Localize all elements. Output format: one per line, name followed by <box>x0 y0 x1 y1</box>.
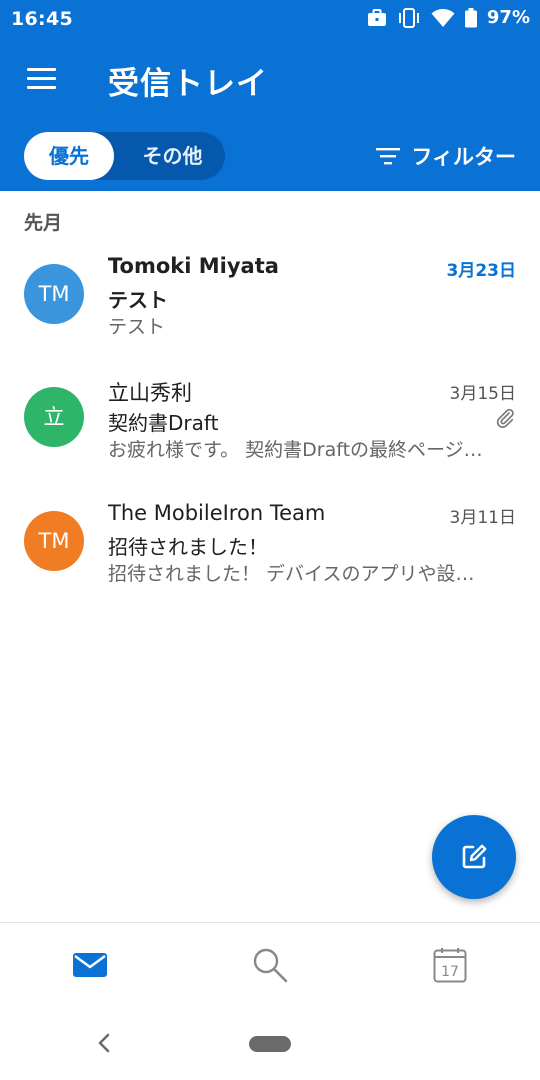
bottom-navigation: 17 <box>0 922 540 1010</box>
briefcase-icon <box>367 8 386 26</box>
calendar-day: 17 <box>441 964 459 980</box>
email-subject: テスト <box>108 288 168 312</box>
email-preview: お疲れ様です。 契約書Draftの最終ページ… <box>108 439 483 461</box>
email-date: 3月15日 <box>449 384 516 404</box>
menu-icon[interactable] <box>27 68 57 90</box>
section-header: 先月 <box>24 212 63 234</box>
email-date: 3月11日 <box>449 508 516 528</box>
email-subject: 契約書Draft <box>108 411 219 435</box>
email-list-item[interactable]: TM The MobileIron Team 3月11日 招待されました！ 招待… <box>0 501 540 621</box>
email-preview: テスト <box>108 316 166 338</box>
nav-search[interactable] <box>250 945 290 985</box>
system-navigation <box>0 1010 540 1080</box>
avatar: TM <box>24 264 84 324</box>
home-button[interactable] <box>249 1036 291 1052</box>
email-sender: Tomoki Miyata <box>108 254 279 278</box>
nav-calendar[interactable]: 17 <box>430 945 470 985</box>
email-list-item[interactable]: 立 立山秀利 3月15日 契約書Draft お疲れ様です。 契約書Draftの最… <box>0 377 540 497</box>
email-sender: The MobileIron Team <box>108 501 326 525</box>
compose-button[interactable] <box>432 815 516 899</box>
page-title: 受信トレイ <box>108 66 268 102</box>
calendar-icon: 17 <box>433 948 467 983</box>
tab-other[interactable]: その他 <box>120 132 225 180</box>
status-icons: 97% <box>367 7 530 28</box>
vibrate-icon <box>398 7 419 28</box>
wifi-icon <box>431 8 455 27</box>
email-sender: 立山秀利 <box>108 381 192 405</box>
avatar: TM <box>24 511 84 571</box>
battery-icon <box>464 7 477 27</box>
avatar: 立 <box>24 387 84 447</box>
app-header: 16:45 97% 受信トレイ 優先 その他 フィルター <box>0 0 540 191</box>
mail-icon <box>73 953 107 977</box>
email-preview: 招待されました！ デバイスのアプリや設… <box>108 563 475 585</box>
filter-button[interactable]: フィルター <box>375 140 516 172</box>
filter-icon <box>376 148 401 165</box>
status-bar: 16:45 97% <box>0 0 540 38</box>
status-time: 16:45 <box>11 8 73 30</box>
tab-focused[interactable]: 優先 <box>24 132 114 180</box>
back-icon[interactable] <box>94 1030 114 1056</box>
battery-level: 97% <box>486 7 530 28</box>
email-list-item[interactable]: TM Tomoki Miyata 3月23日 テスト テスト <box>0 254 540 374</box>
nav-mail[interactable] <box>70 945 110 985</box>
compose-icon <box>462 844 487 869</box>
search-icon <box>253 948 288 983</box>
filter-label: フィルター <box>411 145 516 169</box>
paperclip-icon <box>496 408 514 428</box>
email-subject: 招待されました！ <box>108 535 268 559</box>
inbox-toggle: 優先 その他 <box>24 132 225 180</box>
email-date: 3月23日 <box>446 261 517 281</box>
